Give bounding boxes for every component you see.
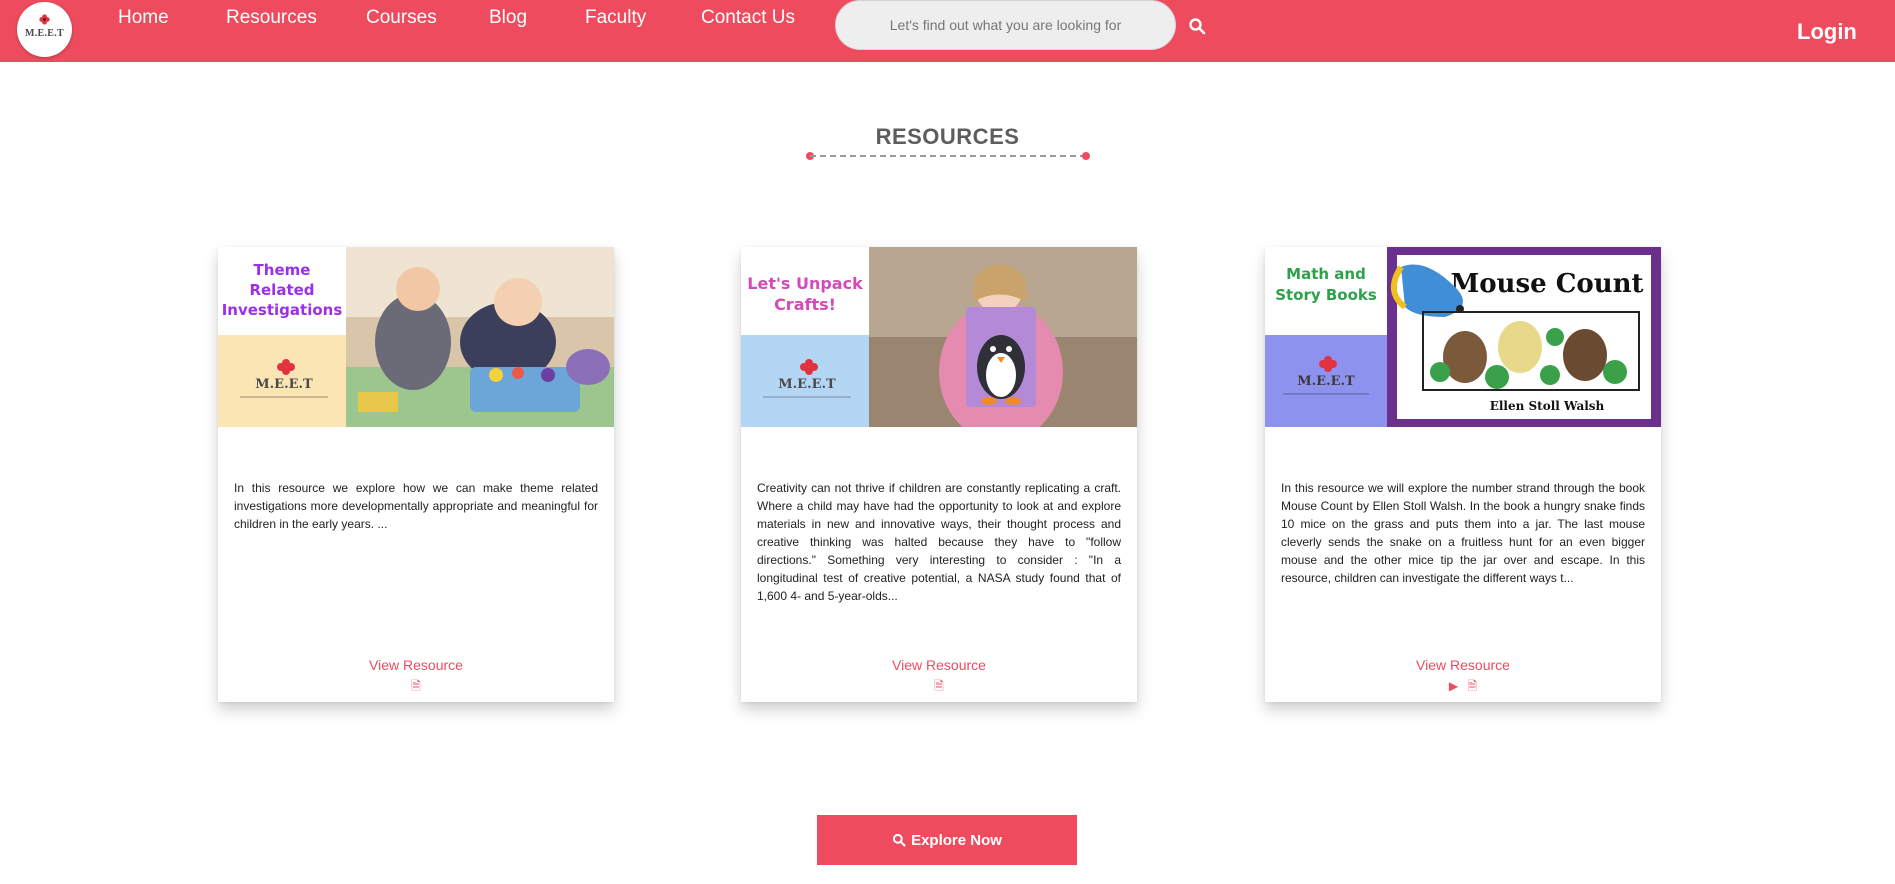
- svg-text:M.E.E.T: M.E.E.T: [1297, 374, 1355, 389]
- search-input[interactable]: [835, 0, 1176, 50]
- card-description: In this resource we will explore the num…: [1281, 481, 1645, 585]
- view-resource-link[interactable]: View Resource: [1265, 657, 1661, 673]
- svg-text:M.E.E.T: M.E.E.T: [255, 377, 313, 392]
- top-navbar: M.E.E.T Home Resources Courses Blog Facu…: [0, 0, 1895, 62]
- svg-text:Investigations: Investigations: [222, 301, 343, 319]
- document-icon[interactable]: 🗎: [411, 677, 421, 698]
- card-thumbnail[interactable]: Math and Story Books M.E.E.T Mouse Count…: [1265, 247, 1661, 427]
- card-description: Creativity can not thrive if children ar…: [757, 481, 1121, 603]
- card-icons: ▶ 🗎: [1265, 677, 1661, 698]
- svg-text:Math and: Math and: [1286, 265, 1366, 283]
- site-logo[interactable]: M.E.E.T: [17, 2, 72, 57]
- nav-resources[interactable]: Resources: [226, 7, 317, 29]
- card-icons: 🗎: [741, 677, 1137, 698]
- title-divider-line: [810, 155, 1086, 157]
- title-divider-dot-right: [1082, 152, 1090, 160]
- explore-now-label: Explore Now: [911, 831, 1002, 849]
- resource-card-unpack-crafts: Let's Unpack Crafts! M.E.E.T Creativity …: [741, 247, 1137, 702]
- search-icon: [892, 833, 906, 847]
- search-icon[interactable]: [1188, 17, 1206, 35]
- resource-card-math-story-books: Math and Story Books M.E.E.T Mouse Count…: [1265, 247, 1661, 702]
- svg-text:Related: Related: [249, 281, 314, 299]
- svg-text:M.E.E.T: M.E.E.T: [778, 377, 836, 392]
- play-icon[interactable]: ▶: [1449, 679, 1458, 693]
- svg-text:Theme: Theme: [254, 261, 311, 279]
- card-icons: 🗎: [218, 677, 614, 698]
- view-resource-link[interactable]: View Resource: [218, 657, 614, 673]
- nav-contact-us[interactable]: Contact Us: [701, 7, 795, 29]
- view-resource-link[interactable]: View Resource: [741, 657, 1137, 673]
- login-link[interactable]: Login: [1797, 19, 1857, 45]
- explore-now-button[interactable]: Explore Now: [817, 815, 1077, 865]
- flower-icon: [39, 14, 50, 25]
- nav-blog[interactable]: Blog: [489, 7, 527, 29]
- svg-text:Crafts!: Crafts!: [774, 295, 836, 314]
- card-description: In this resource we explore how we can m…: [234, 481, 598, 531]
- svg-text:Let's Unpack: Let's Unpack: [747, 274, 863, 293]
- svg-text:Story Books: Story Books: [1275, 286, 1377, 304]
- nav-home[interactable]: Home: [118, 7, 169, 29]
- card-thumbnail[interactable]: Let's Unpack Crafts! M.E.E.T: [741, 247, 1137, 427]
- svg-text:Mouse Count: Mouse Count: [1450, 269, 1643, 299]
- nav-faculty[interactable]: Faculty: [585, 7, 646, 29]
- resource-card-theme-investigations: Theme Related Investigations M.E.E.T In …: [218, 247, 614, 702]
- svg-text:Ellen Stoll Walsh: Ellen Stoll Walsh: [1490, 399, 1605, 413]
- logo-text: M.E.E.T: [24, 28, 65, 39]
- nav-courses[interactable]: Courses: [366, 7, 437, 29]
- section-title: RESOURCES: [875, 124, 1020, 149]
- card-thumbnail[interactable]: Theme Related Investigations M.E.E.T: [218, 247, 614, 427]
- document-icon[interactable]: 🗎: [1467, 677, 1477, 698]
- document-icon[interactable]: 🗎: [934, 677, 944, 698]
